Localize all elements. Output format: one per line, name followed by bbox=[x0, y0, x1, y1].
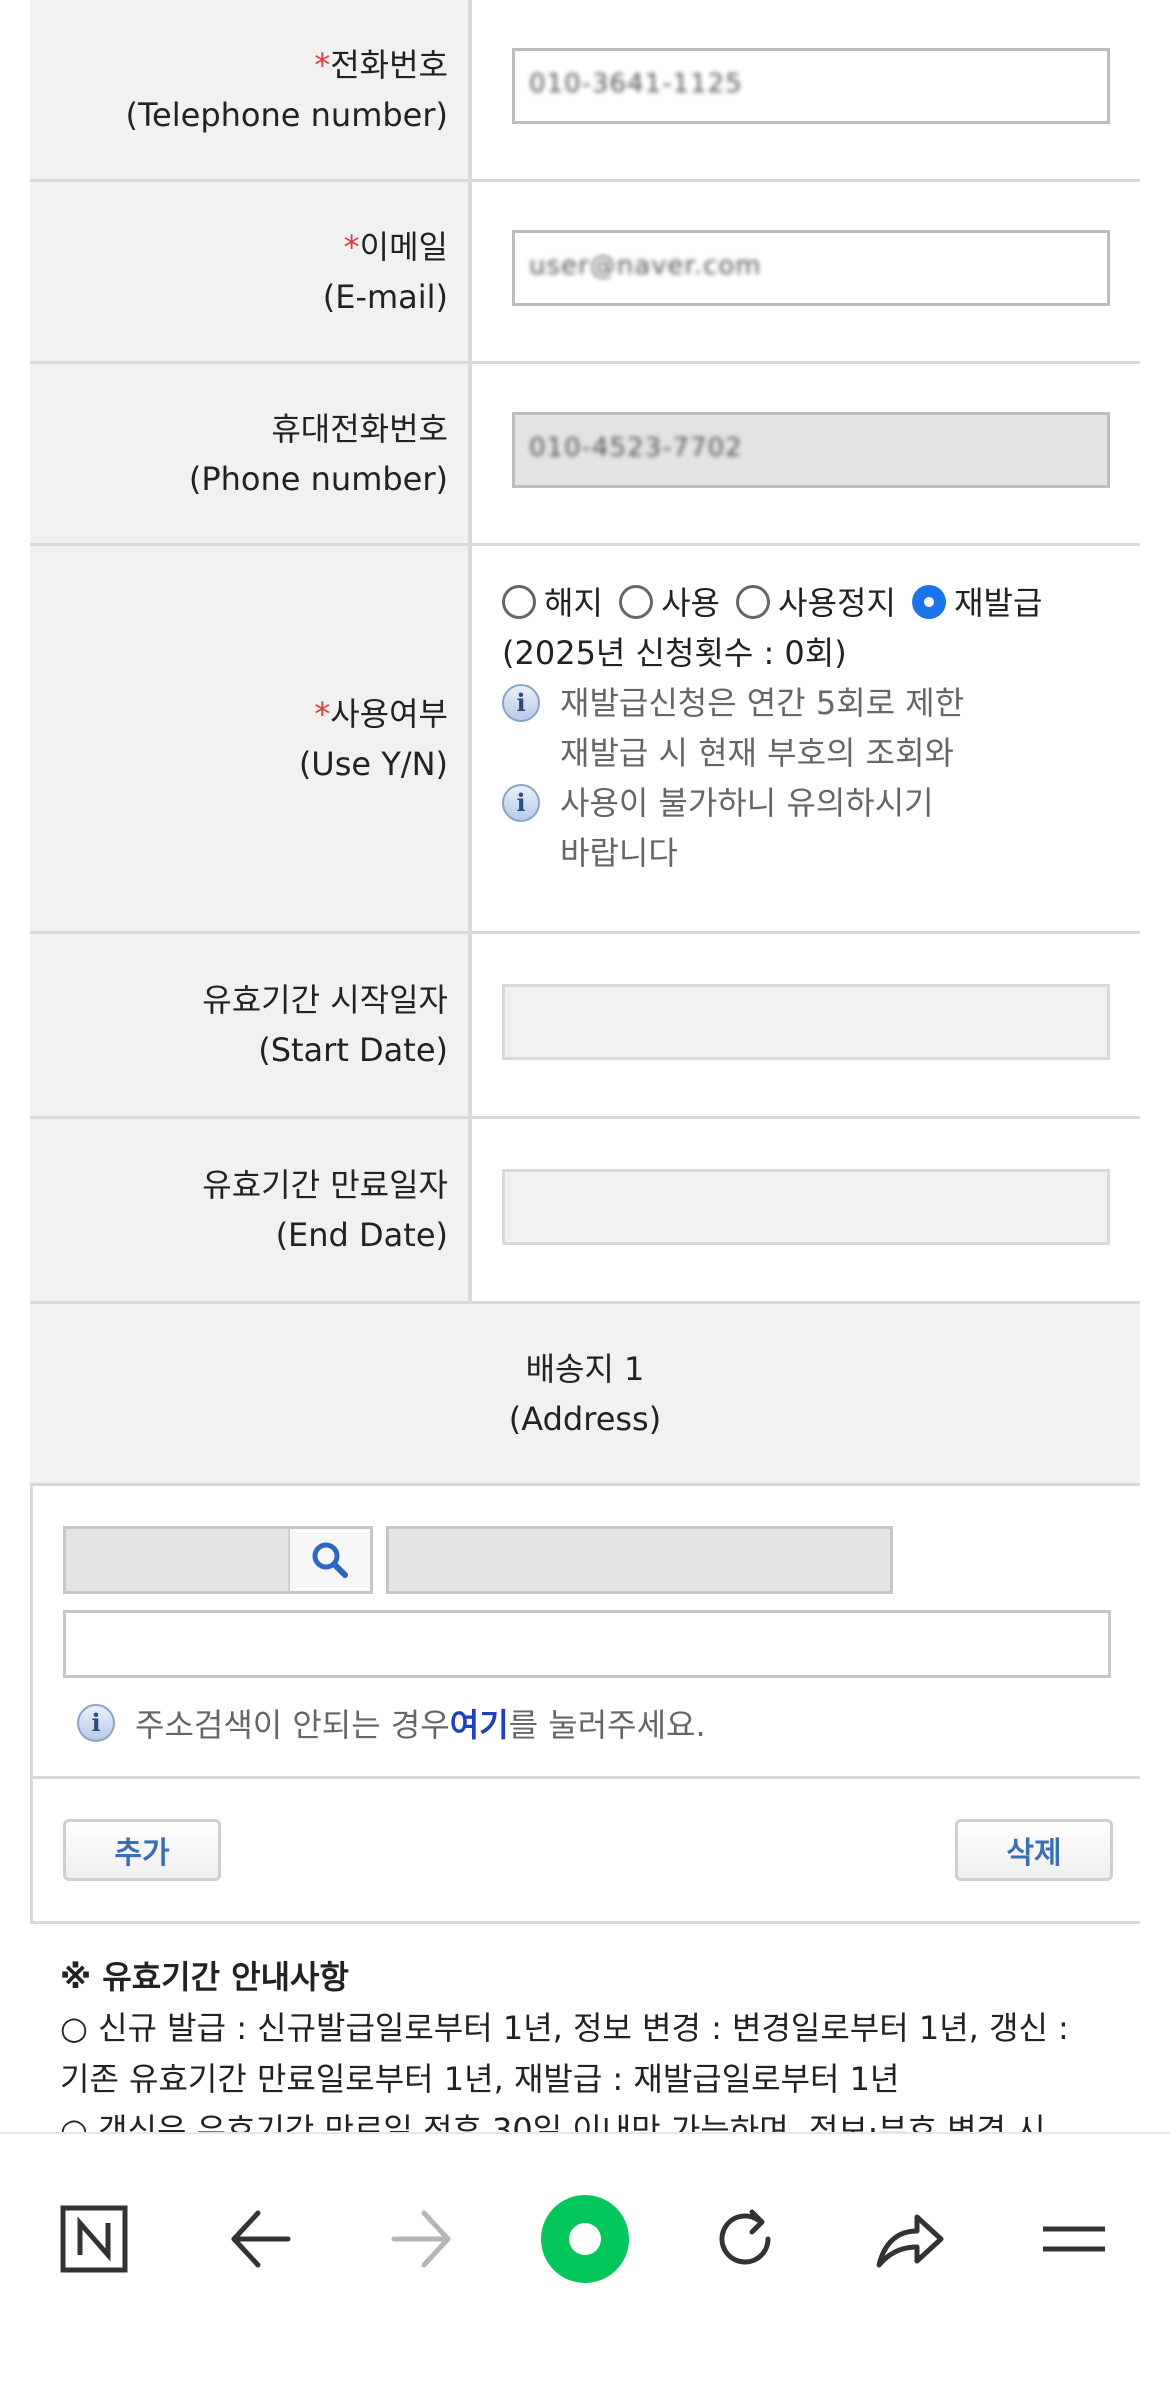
validity-notice: ※ 유효기간 안내사항 ○ 신규 발급 : 신규발급일로부터 1년, 정보 변경… bbox=[60, 1952, 1140, 2156]
notice-title: ※ 유효기간 안내사항 bbox=[60, 1958, 349, 1996]
address-hint: i 주소검색이 안되는 경우 여기 를 눌러주세요. bbox=[77, 1700, 706, 1746]
info-icon: i bbox=[77, 1704, 115, 1742]
telephone-label: *전화번호 (Telephone number) bbox=[30, 0, 472, 179]
radio-suspend[interactable]: 사용정지 bbox=[736, 584, 896, 622]
address-detail-input[interactable] bbox=[63, 1610, 1111, 1678]
radio-use[interactable]: 사용 bbox=[619, 584, 720, 622]
add-address-button[interactable]: 추가 bbox=[63, 1819, 221, 1881]
back-button[interactable] bbox=[210, 2174, 310, 2304]
end-date-input[interactable] bbox=[502, 1169, 1110, 1245]
search-icon bbox=[312, 1542, 348, 1578]
telephone-field: 010-3641-1125 bbox=[472, 0, 1140, 179]
info-icon: i bbox=[502, 784, 540, 822]
end-date-label: 유효기간 만료일자 (End Date) bbox=[30, 1119, 472, 1301]
notice-line: ○ 신규 발급 : 신규발급일로부터 1년, 정보 변경 : 변경일로부터 1년… bbox=[60, 2009, 1069, 2047]
share-icon bbox=[876, 2214, 944, 2268]
email-label: *이메일 (E-mail) bbox=[30, 182, 472, 361]
end-date-field bbox=[472, 1119, 1140, 1301]
reissue-note-1: i 재발급신청은 연간 5회로 제한 재발급 시 현재 부호의 조회와 bbox=[502, 678, 1140, 778]
menu-icon bbox=[1043, 2226, 1105, 2252]
start-date-label: 유효기간 시작일자 (Start Date) bbox=[30, 934, 472, 1116]
back-arrow-icon bbox=[231, 2210, 291, 2268]
required-mark: * bbox=[314, 45, 331, 84]
notice-line: 기존 유효기간 만료일로부터 1년, 재발급 : 재발급일로부터 1년 bbox=[60, 2060, 900, 2098]
required-mark: * bbox=[314, 694, 331, 733]
email-field: user@naver.com bbox=[472, 182, 1140, 361]
info-icon: i bbox=[502, 684, 540, 722]
start-date-field bbox=[472, 934, 1140, 1116]
phone-label: 휴대전화번호 (Phone number) bbox=[30, 364, 472, 543]
reissue-count-text: (2025년 신청횟수 : 0회) bbox=[502, 634, 847, 672]
radio-cancel-circle[interactable] bbox=[502, 585, 536, 619]
share-button[interactable] bbox=[860, 2174, 960, 2304]
forward-button[interactable] bbox=[372, 2174, 472, 2304]
phone-field: 010-4523-7702 bbox=[472, 364, 1140, 543]
telephone-row: *전화번호 (Telephone number) 010-3641-1125 bbox=[30, 0, 1140, 182]
start-date-input[interactable] bbox=[502, 984, 1110, 1060]
delete-address-button[interactable]: 삭제 bbox=[955, 1819, 1113, 1881]
radio-reissue[interactable]: 재발급 bbox=[912, 584, 1042, 622]
address-search-button[interactable] bbox=[288, 1529, 370, 1591]
reload-button[interactable] bbox=[695, 2174, 795, 2304]
naver-home-icon bbox=[60, 2205, 128, 2273]
menu-button[interactable] bbox=[1024, 2174, 1124, 2304]
radio-use-circle[interactable] bbox=[619, 585, 654, 619]
naver-green-dot-icon bbox=[541, 2195, 629, 2283]
naver-home-button[interactable] bbox=[44, 2174, 144, 2304]
required-mark: * bbox=[343, 227, 360, 266]
email-input[interactable]: user@naver.com bbox=[512, 230, 1110, 306]
start-date-row: 유효기간 시작일자 (Start Date) bbox=[30, 934, 1140, 1119]
reload-icon bbox=[719, 2209, 771, 2265]
telephone-input[interactable]: 010-3641-1125 bbox=[512, 48, 1110, 124]
use-status-row: *사용여부 (Use Y/N) 해지 사용 사용정지 재발급 (2025년 신청… bbox=[30, 546, 1140, 934]
browser-bottom-bar bbox=[0, 2132, 1170, 2389]
address-help-link[interactable]: 여기 bbox=[450, 1700, 509, 1746]
address-header: 배송지 1 (Address) bbox=[30, 1304, 1140, 1486]
address-main-input[interactable] bbox=[386, 1526, 893, 1594]
use-status-options: 해지 사용 사용정지 재발급 bbox=[502, 578, 1140, 628]
address-body: i 주소검색이 안되는 경우 여기 를 눌러주세요. bbox=[30, 1486, 1140, 1779]
radio-suspend-circle[interactable] bbox=[736, 585, 771, 619]
radio-reissue-circle[interactable] bbox=[912, 585, 947, 619]
member-info-form: *전화번호 (Telephone number) 010-3641-1125 *… bbox=[30, 0, 1140, 1924]
radio-cancel[interactable]: 해지 bbox=[502, 584, 603, 622]
phone-row: 휴대전화번호 (Phone number) 010-4523-7702 bbox=[30, 364, 1140, 546]
naver-green-button[interactable] bbox=[535, 2174, 635, 2304]
use-status-field: 해지 사용 사용정지 재발급 (2025년 신청횟수 : 0회) i 재발급신청… bbox=[472, 546, 1140, 931]
email-row: *이메일 (E-mail) user@naver.com bbox=[30, 182, 1140, 364]
postcode-input[interactable] bbox=[63, 1526, 373, 1594]
end-date-row: 유효기간 만료일자 (End Date) bbox=[30, 1119, 1140, 1304]
phone-input[interactable]: 010-4523-7702 bbox=[512, 412, 1110, 488]
address-actions: 추가 삭제 bbox=[30, 1779, 1140, 1924]
reissue-note-2: i 사용이 불가하니 유의하시기 바랍니다 bbox=[502, 778, 1140, 878]
use-status-label: *사용여부 (Use Y/N) bbox=[30, 546, 472, 931]
forward-arrow-icon bbox=[391, 2210, 451, 2268]
